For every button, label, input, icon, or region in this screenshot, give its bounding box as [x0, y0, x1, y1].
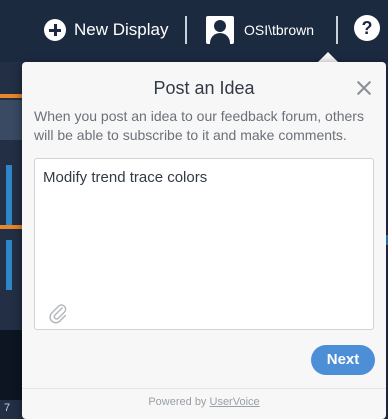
dialog-title: Post an Idea [153, 78, 255, 98]
new-display-label: New Display [74, 20, 169, 39]
background-accent [0, 225, 22, 229]
footer-divider [22, 388, 386, 389]
background-panel [0, 330, 22, 400]
help-icon[interactable]: ? [354, 15, 380, 41]
next-button[interactable]: Next [311, 345, 375, 375]
dialog-footer: Powered by UserVoice [22, 396, 386, 408]
plus-circle-icon [44, 19, 66, 41]
new-display-button[interactable]: New Display [44, 16, 168, 44]
user-menu[interactable]: OSI\tbrown [206, 16, 314, 44]
close-icon[interactable] [352, 76, 376, 100]
popover-caret [318, 52, 338, 62]
background-trend [6, 165, 12, 225]
user-avatar-icon [206, 16, 234, 44]
idea-textarea[interactable]: Modify trend trace colors [34, 158, 374, 330]
paperclip-icon[interactable] [47, 302, 69, 324]
background-label: 7 [4, 402, 11, 414]
toolbar-divider [185, 16, 187, 44]
username: OSI\tbrown [244, 22, 315, 38]
dialog-description: When you post an idea to our feedback fo… [34, 108, 364, 143]
uservoice-link[interactable]: UserVoice [210, 396, 260, 408]
toolbar-divider [336, 16, 338, 44]
background-accent [0, 94, 22, 98]
post-idea-dialog: Post an Idea When you post an idea to ou… [22, 62, 386, 419]
idea-text: Modify trend trace colors [43, 169, 208, 186]
background-trend [6, 240, 12, 290]
background-panel [0, 100, 22, 140]
footer-prefix: Powered by [148, 396, 210, 408]
